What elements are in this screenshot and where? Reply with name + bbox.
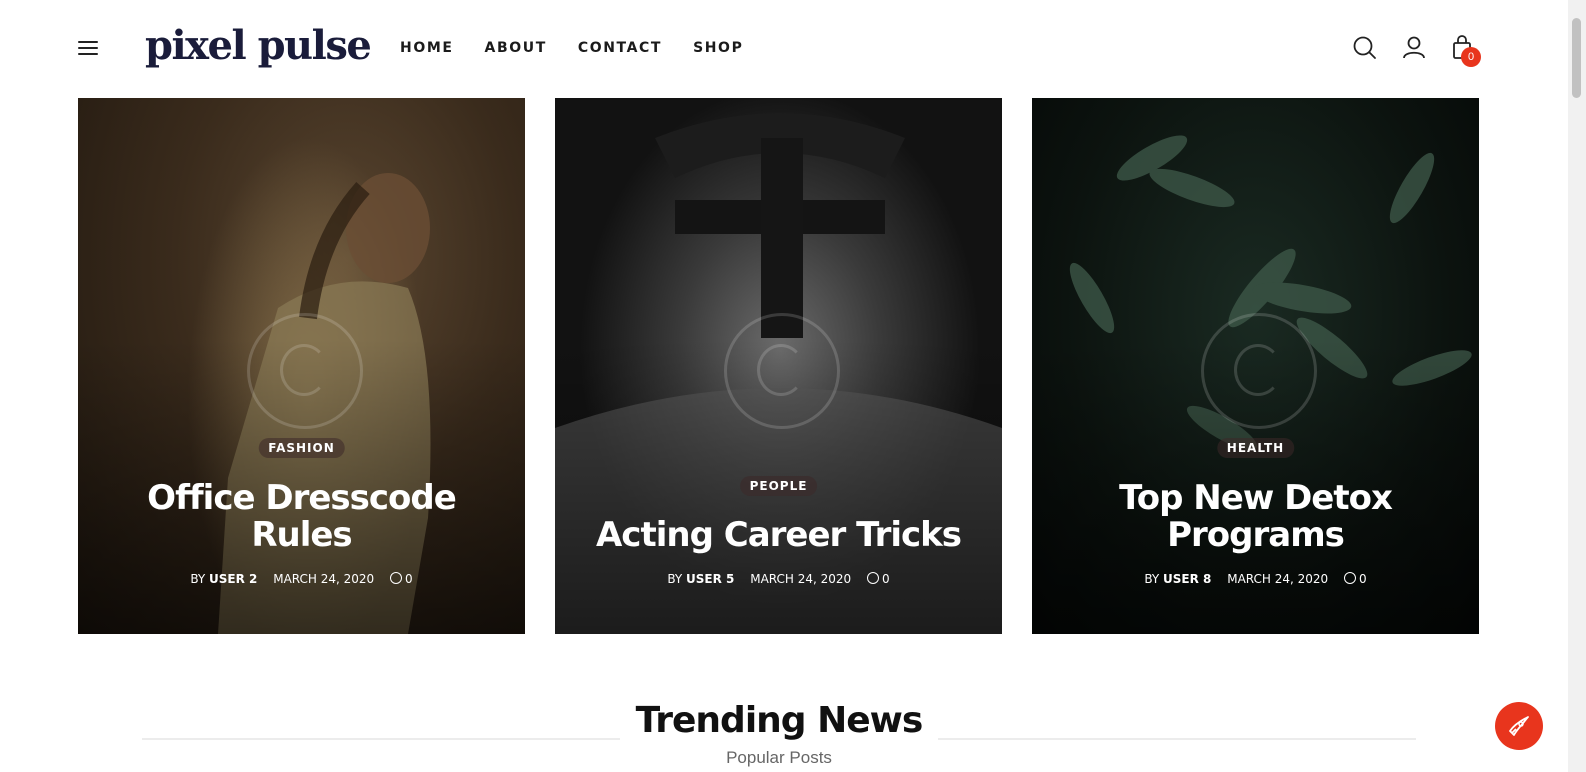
section-subtitle: Popular Posts bbox=[726, 748, 832, 767]
post-author[interactable]: USER 2 bbox=[209, 572, 257, 586]
category-badge[interactable]: PEOPLE bbox=[739, 476, 818, 496]
author-prefix: BY bbox=[667, 572, 683, 586]
menu-icon[interactable] bbox=[78, 40, 100, 56]
nav-item-about[interactable]: ABOUT bbox=[485, 38, 547, 58]
post-date: MARCH 24, 2020 bbox=[273, 572, 375, 586]
nav-item-home[interactable]: HOME bbox=[400, 38, 454, 58]
author-prefix: BY bbox=[1144, 572, 1160, 586]
scrollbar-thumb[interactable] bbox=[1572, 18, 1581, 98]
search-icon[interactable] bbox=[1351, 34, 1379, 62]
user-icon[interactable] bbox=[1400, 34, 1428, 62]
post-author[interactable]: USER 8 bbox=[1163, 572, 1211, 586]
post-card[interactable]: PEOPLE Acting Career Tricks BY USER 5 MA… bbox=[555, 98, 1002, 634]
post-title[interactable]: Office Dresscode Rules bbox=[98, 480, 505, 554]
post-meta: BY USER 5 MARCH 24, 2020 0 bbox=[555, 572, 1002, 586]
main-nav: HOME ABOUT CONTACT SHOP bbox=[400, 38, 774, 58]
watermark-logo bbox=[723, 313, 840, 429]
nav-item-shop[interactable]: SHOP bbox=[693, 38, 743, 58]
comment-count[interactable]: 0 bbox=[405, 572, 413, 586]
category-badge[interactable]: HEALTH bbox=[1216, 438, 1295, 458]
post-meta: BY USER 8 MARCH 24, 2020 0 bbox=[1032, 572, 1479, 586]
rocket-icon[interactable] bbox=[1495, 702, 1543, 750]
page-scrollbar[interactable] bbox=[1568, 0, 1586, 772]
nav-item-contact[interactable]: CONTACT bbox=[578, 38, 662, 58]
comment-icon bbox=[1344, 572, 1357, 584]
post-meta: BY USER 2 MARCH 24, 2020 0 bbox=[78, 572, 525, 586]
watermark-logo bbox=[1200, 313, 1317, 429]
category-badge[interactable]: FASHION bbox=[258, 438, 345, 458]
post-card[interactable]: FASHION Office Dresscode Rules BY USER 2… bbox=[78, 98, 525, 634]
section-title: Trending News bbox=[635, 700, 924, 741]
author-prefix: BY bbox=[190, 572, 206, 586]
post-date: MARCH 24, 2020 bbox=[1227, 572, 1329, 586]
comment-count[interactable]: 0 bbox=[1359, 572, 1367, 586]
comment-icon bbox=[390, 572, 403, 584]
comment-icon bbox=[867, 572, 880, 584]
watermark-logo bbox=[246, 313, 363, 429]
post-title[interactable]: Acting Career Tricks bbox=[575, 517, 982, 554]
comment-count[interactable]: 0 bbox=[882, 572, 890, 586]
site-logo[interactable]: pixel pulse bbox=[145, 18, 372, 74]
post-date: MARCH 24, 2020 bbox=[750, 572, 852, 586]
post-title[interactable]: Top New Detox Programs bbox=[1052, 480, 1459, 554]
site-header: pixel pulse HOME ABOUT CONTACT SHOP 0 bbox=[0, 0, 1568, 96]
post-card[interactable]: HEALTH Top New Detox Programs BY USER 8 … bbox=[1032, 98, 1479, 634]
cart-count-badge: 0 bbox=[1461, 47, 1481, 67]
post-author[interactable]: USER 5 bbox=[686, 572, 734, 586]
